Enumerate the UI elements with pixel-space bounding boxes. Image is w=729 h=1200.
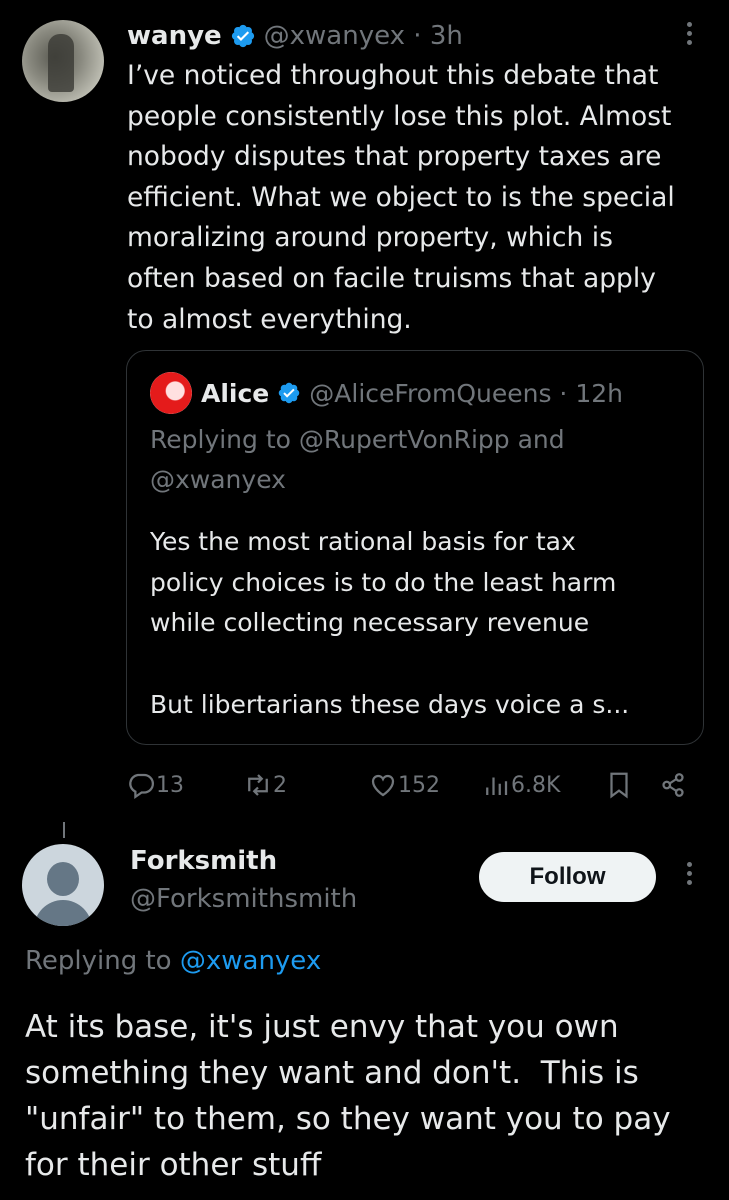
follow-button[interactable]: Follow [479, 852, 656, 902]
replying-to-line: Replying to @RupertVonRipp and [150, 425, 565, 454]
bookmark-button[interactable] [604, 765, 634, 805]
verified-badge-icon [279, 382, 300, 404]
tweet-text-line: people consistently lose this plot. Almo… [127, 100, 672, 132]
quoted-text-truncated: But libertarians these days voice a s... [150, 690, 630, 719]
tweet-text-line: "unfair" to them, so they want you to pa… [25, 1101, 671, 1137]
reply-count: 13 [156, 772, 184, 798]
quoted-avatar[interactable] [150, 372, 192, 414]
tweet-header: wanye @xwanyex · 3h [127, 16, 463, 56]
author-handle-time[interactable]: @xwanyex · 3h [264, 21, 463, 51]
like-icon [371, 774, 395, 797]
tweet-text-line: something they want and don't. This is [25, 1055, 639, 1091]
author-handle[interactable]: @Forksmithsmith [130, 884, 357, 914]
repost-button[interactable]: 2 [243, 765, 287, 805]
replying-to-mention[interactable]: @xwanyex [180, 946, 321, 976]
replying-to-line: @xwanyex [150, 465, 286, 494]
quoted-tweet-header: Alice @AliceFromQueens · 12h [201, 373, 623, 413]
tweet-text-line: to almost everything. [127, 303, 412, 335]
repost-count: 2 [273, 772, 287, 798]
quoted-text-line: while collecting necessary revenue [150, 608, 590, 638]
quoted-text-line: policy choices is to do the least harm [150, 567, 617, 597]
replying-to-prefix: Replying to [25, 946, 180, 976]
reply-button[interactable]: 13 [126, 765, 184, 805]
repost-icon [248, 774, 268, 796]
author-name[interactable]: wanye [127, 21, 222, 51]
quoted-handle-time[interactable]: @AliceFromQueens · 12h [309, 379, 623, 408]
tweet-text: I’ve noticed throughout this debate that… [127, 56, 717, 340]
share-button[interactable] [658, 765, 688, 805]
thread-connector [63, 822, 65, 838]
views-count: 6.8K [511, 772, 561, 798]
tweet-text-line: for their other stuff [25, 1147, 322, 1183]
like-button[interactable]: 152 [368, 765, 440, 805]
replying-to: Replying to @xwanyex [25, 946, 321, 976]
views-icon [486, 777, 508, 795]
more-options-icon[interactable] [683, 862, 695, 894]
avatar[interactable] [22, 20, 104, 102]
quoted-tweet-text: Yes the most rational basis for tax poli… [150, 522, 690, 644]
action-bar: 13 2 152 6.8K [126, 765, 696, 805]
views-button[interactable]: 6.8K [481, 765, 560, 805]
quoted-text-line: Yes the most rational basis for tax [150, 527, 576, 556]
avatar[interactable] [22, 844, 104, 926]
tweet-text-line: nobody disputes that property taxes are [127, 141, 662, 173]
bookmark-icon [610, 772, 628, 799]
tweet-text-line: moralizing around property, which is [127, 222, 613, 254]
tweet-text-line: efficient. What we object to is the spec… [127, 181, 675, 213]
more-options-icon[interactable] [683, 22, 695, 54]
author-name[interactable]: Forksmith [130, 846, 277, 876]
quoted-author-name[interactable]: Alice [201, 379, 269, 408]
tweet-text-line: I’ve noticed throughout this debate that [127, 60, 659, 91]
tweet-text: At its base, it's just envy that you own… [25, 1004, 715, 1188]
tweet-text-line: often based on facile truisms that apply [127, 262, 656, 294]
quoted-replying-to: Replying to @RupertVonRipp and @xwanyex [150, 420, 690, 500]
share-icon [662, 773, 684, 797]
verified-badge-icon [231, 24, 254, 48]
tweet-text-line: At its base, it's just envy that you own [25, 1009, 619, 1045]
like-count: 152 [398, 772, 440, 798]
reply-icon [129, 773, 154, 800]
